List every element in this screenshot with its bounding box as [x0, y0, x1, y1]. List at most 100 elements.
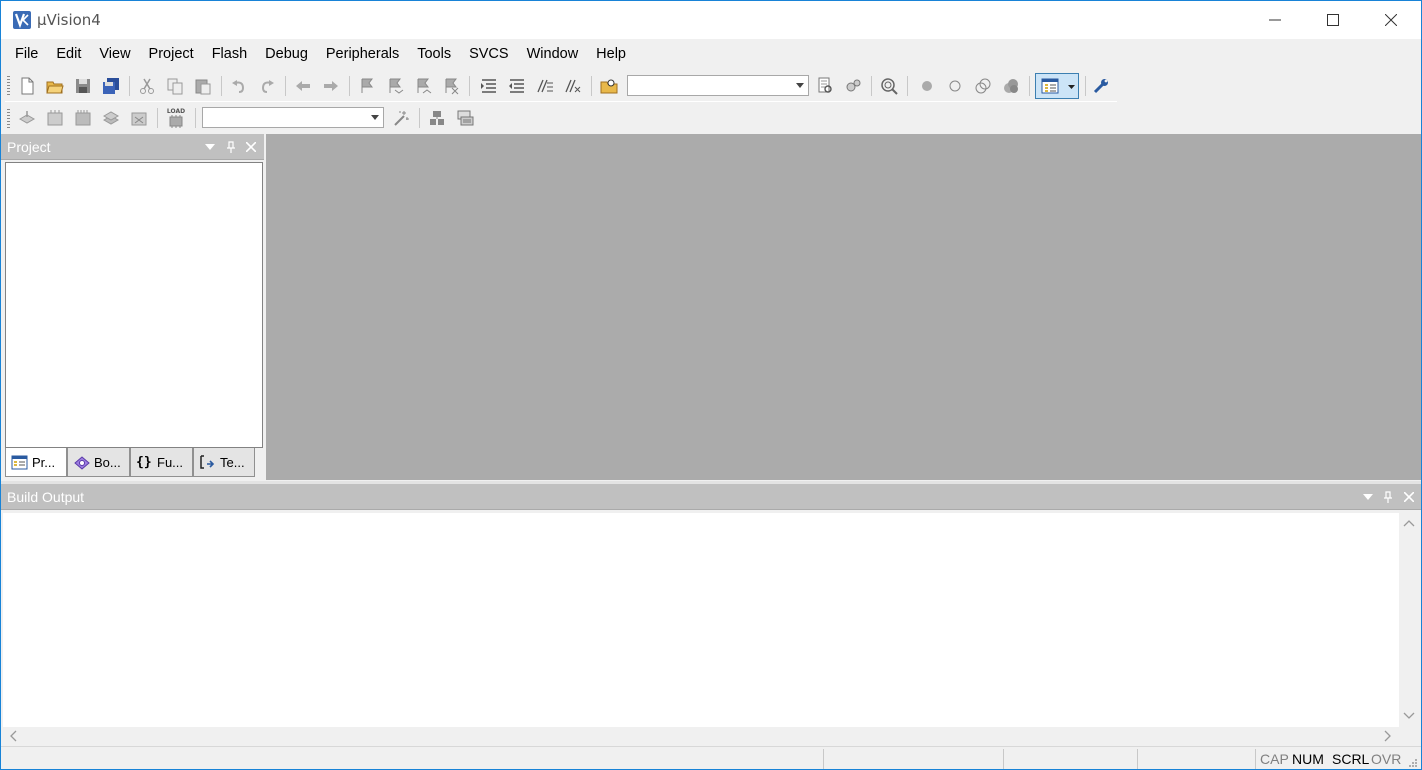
undo-button[interactable] — [229, 76, 249, 96]
menu-flash[interactable]: Flash — [203, 39, 256, 69]
comment-button[interactable] — [535, 76, 555, 96]
unindent-button[interactable] — [507, 76, 527, 96]
toolbar-separator — [157, 108, 158, 128]
window-layout-button[interactable] — [1035, 73, 1079, 99]
cap-indicator: CAP — [1260, 751, 1289, 767]
menu-window[interactable]: Window — [518, 39, 588, 69]
prev-bookmark-button[interactable] — [385, 76, 405, 96]
insert-breakpoint-button[interactable] — [917, 76, 937, 96]
tab-templates[interactable]: Te... — [193, 448, 255, 477]
project-tree[interactable] — [5, 162, 263, 448]
menu-debug[interactable]: Debug — [256, 39, 317, 69]
paste-button[interactable] — [193, 76, 213, 96]
bookmark-button[interactable] — [357, 76, 377, 96]
find-button[interactable] — [815, 76, 835, 96]
tab-functions[interactable]: {} Fu... — [130, 448, 193, 477]
minimize-button[interactable] — [1246, 1, 1304, 39]
menu-view[interactable]: View — [90, 39, 139, 69]
panel-pin-button[interactable] — [224, 140, 238, 154]
select-packs-button[interactable] — [455, 108, 475, 128]
menu-bar: File Edit View Project Flash Debug Perip… — [1, 39, 1421, 69]
build-icon — [47, 110, 63, 126]
toolbar-grip[interactable] — [7, 76, 10, 96]
tab-label: Pr... — [32, 454, 56, 470]
disable-breakpoints-button[interactable] — [973, 76, 993, 96]
tab-project[interactable]: Pr... — [5, 448, 67, 477]
find-in-files-button[interactable] — [599, 76, 619, 96]
menu-tools[interactable]: Tools — [408, 39, 460, 69]
select-packs-icon — [457, 110, 474, 126]
cut-button[interactable] — [137, 76, 157, 96]
toolbar-separator — [419, 108, 420, 128]
clear-bookmarks-icon — [445, 78, 459, 95]
batch-build-button[interactable] — [101, 108, 121, 128]
undo-icon — [232, 80, 245, 93]
pin-icon — [227, 141, 235, 153]
build-output-text[interactable] — [3, 513, 1399, 727]
navigate-forward-button[interactable] — [321, 76, 341, 96]
debug-session-icon — [881, 78, 898, 95]
close-button[interactable] — [1362, 1, 1420, 39]
build-button[interactable] — [45, 108, 65, 128]
download-button[interactable]: LOAD — [165, 107, 187, 129]
menu-project[interactable]: Project — [140, 39, 203, 69]
chevron-down-icon — [1068, 85, 1075, 89]
prev-bookmark-icon — [389, 78, 404, 94]
status-cell — [1137, 749, 1255, 769]
rebuild-button[interactable] — [73, 108, 93, 128]
target-options-button[interactable] — [391, 108, 411, 128]
panel-close-button[interactable] — [1402, 490, 1416, 504]
menu-help[interactable]: Help — [587, 39, 635, 69]
tab-label: Fu... — [157, 454, 184, 470]
navigate-back-button[interactable] — [293, 76, 313, 96]
target-select[interactable] — [202, 107, 384, 128]
incremental-find-button[interactable] — [843, 76, 863, 96]
configure-button[interactable] — [1091, 76, 1111, 96]
new-file-icon — [21, 77, 34, 95]
maximize-button[interactable] — [1304, 1, 1362, 39]
translate-button[interactable] — [17, 108, 37, 128]
disable-breakpoints-icon — [975, 78, 991, 94]
menu-edit[interactable]: Edit — [47, 39, 90, 69]
horizontal-scrollbar[interactable] — [3, 727, 1399, 745]
indent-button[interactable] — [479, 76, 499, 96]
kill-breakpoints-button[interactable] — [1001, 76, 1021, 96]
scroll-left-icon — [10, 730, 17, 742]
panel-menu-button[interactable] — [203, 140, 217, 154]
next-bookmark-button[interactable] — [413, 76, 433, 96]
save-all-icon — [103, 78, 119, 94]
enable-breakpoint-button[interactable] — [945, 76, 965, 96]
debug-session-button[interactable] — [879, 76, 899, 96]
load-label: LOAD — [166, 108, 186, 115]
menu-peripherals[interactable]: Peripherals — [317, 39, 408, 69]
save-all-button[interactable] — [101, 76, 121, 96]
insert-breakpoint-icon — [922, 81, 932, 91]
uncomment-button[interactable] — [563, 76, 583, 96]
tab-label: Te... — [220, 454, 245, 470]
scroll-up-icon — [1403, 520, 1415, 527]
incremental-find-icon — [846, 79, 861, 92]
panel-menu-button[interactable] — [1361, 490, 1375, 504]
copy-button[interactable] — [165, 76, 185, 96]
toolbar-separator — [221, 76, 222, 96]
save-button[interactable] — [73, 76, 93, 96]
panel-close-button[interactable] — [244, 140, 258, 154]
toolbar-grip[interactable] — [7, 109, 10, 129]
open-file-button[interactable] — [45, 76, 65, 96]
resize-grip-icon[interactable] — [1408, 758, 1418, 768]
uncomment-icon — [565, 79, 581, 93]
find-combo[interactable] — [627, 75, 809, 96]
target-options-icon — [394, 111, 409, 126]
menu-svcs[interactable]: SVCS — [460, 39, 518, 69]
vertical-scrollbar[interactable] — [1399, 513, 1419, 727]
tab-books[interactable]: Bo... — [67, 448, 130, 477]
new-file-button[interactable] — [17, 76, 37, 96]
menu-file[interactable]: File — [6, 39, 47, 69]
title-bar: µVision4 — [1, 1, 1421, 39]
panel-pin-button[interactable] — [1381, 490, 1395, 504]
manage-components-button[interactable] — [427, 108, 447, 128]
minimize-icon — [1269, 19, 1281, 21]
clear-bookmarks-button[interactable] — [441, 76, 461, 96]
redo-button[interactable] — [257, 76, 277, 96]
stop-build-button[interactable] — [129, 108, 149, 128]
